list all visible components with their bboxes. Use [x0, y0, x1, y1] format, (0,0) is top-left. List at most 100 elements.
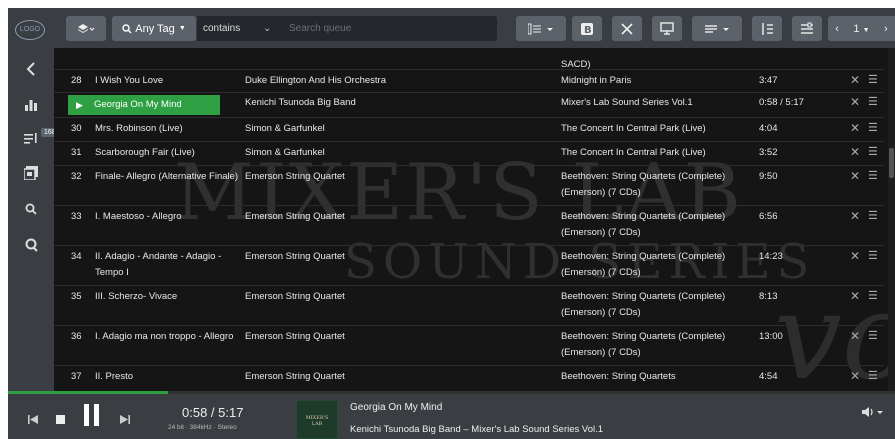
track-artist: Duke Ellington And His Orchestra: [245, 75, 386, 86]
search-icon[interactable]: [8, 194, 54, 224]
track-title: I. Maestoso - Allegro: [95, 211, 182, 222]
track-title: Mrs. Robinson (Live): [95, 123, 183, 134]
scrollbar[interactable]: [888, 48, 895, 391]
remove-icon[interactable]: ✕: [850, 120, 862, 136]
track-artist: Emerson String Quartet: [245, 331, 345, 342]
track-length: 8:13: [759, 291, 778, 302]
track-length: 3:47: [759, 75, 778, 86]
remove-icon[interactable]: ✕: [850, 144, 862, 160]
remove-icon[interactable]: ✕: [850, 368, 862, 384]
pause-icon[interactable]: [82, 404, 102, 431]
screen-button[interactable]: [652, 16, 682, 41]
track-artist: Emerson String Quartet: [245, 371, 345, 382]
table-row[interactable]: 31 Scarborough Fair (Live) Simon & Garfunk…: [54, 142, 884, 166]
queue-settings-button[interactable]: [792, 16, 822, 41]
table-row[interactable]: 32 Finale- Allegro (Alternative Finale) Em…: [54, 166, 884, 206]
track-title: Scarborough Fair (Live): [95, 147, 195, 158]
remove-icon[interactable]: ✕: [850, 288, 862, 304]
track-artist: Emerson String Quartet: [245, 211, 345, 222]
playlist: MIXER'S LAB SOUND SERIES vol.1 SACD) 28I…: [54, 48, 895, 391]
track-title: Georgia On My Mind: [94, 99, 182, 110]
tag-select[interactable]: Any Tag ▼: [112, 16, 196, 41]
table-row[interactable]: 28 I Wish You Love Duke Ellington And His …: [54, 70, 884, 93]
scrollbar-thumb[interactable]: [889, 148, 894, 178]
row-menu-icon[interactable]: ☰: [868, 368, 882, 384]
track-length: 9:50: [759, 171, 778, 182]
play-indicator-icon: ▶: [76, 100, 83, 110]
track-album: Beethoven: String Quartets (Complete) (E…: [561, 171, 726, 198]
shuffle-button[interactable]: [612, 16, 642, 41]
now-playing-title[interactable]: Georgia On My Mind: [350, 402, 442, 413]
chevron-left-icon[interactable]: ‹: [835, 23, 839, 35]
next-icon[interactable]: [120, 411, 130, 429]
search-input[interactable]: [289, 19, 489, 38]
now-playing-subtitle[interactable]: Kenichi Tsunoda Big Band – Mixer's Lab S…: [350, 424, 603, 435]
row-menu-icon[interactable]: ☰: [868, 168, 882, 184]
track-album: Beethoven: String Quartets (Complete) (E…: [561, 211, 726, 238]
album-cover[interactable]: MIXER'S LAB: [296, 400, 338, 439]
track-title: II. Presto: [95, 371, 134, 382]
library-icon[interactable]: [8, 158, 54, 188]
table-row[interactable]: 37 II. Presto Emerson String Quartet Beetho…: [54, 366, 884, 391]
stop-icon[interactable]: [56, 411, 65, 429]
qobuz-icon[interactable]: [8, 230, 54, 260]
operator-select[interactable]: contains: [203, 16, 240, 41]
row-menu-icon[interactable]: ☰: [868, 248, 882, 264]
remove-icon[interactable]: ✕: [850, 168, 862, 184]
table-row[interactable]: 30 Mrs. Robinson (Live) Simon & Garfunkel T…: [54, 118, 884, 142]
track-length: 6:56: [759, 211, 778, 222]
row-menu-icon[interactable]: ☰: [868, 288, 882, 304]
previous-icon[interactable]: [28, 411, 38, 429]
volume-icon[interactable]: [862, 406, 884, 421]
row-menu-icon[interactable]: ☰: [868, 72, 882, 88]
row-menu-icon[interactable]: ☰: [868, 94, 882, 110]
track-title: III. Scherzo- Vivace: [95, 291, 178, 302]
remove-icon[interactable]: ✕: [850, 94, 862, 110]
table-row-partial: SACD): [54, 48, 884, 70]
filter-button[interactable]: [516, 16, 566, 41]
chevron-down-icon: ▼: [178, 25, 186, 32]
playlist-menu-button[interactable]: [692, 16, 742, 41]
remove-icon[interactable]: ✕: [850, 72, 862, 88]
table-row[interactable]: 33 I. Maestoso - Allegro Emerson String Qu…: [54, 206, 884, 246]
track-artist: Simon & Garfunkel: [245, 147, 325, 158]
pagination: ‹ 1 ▼ ›: [828, 16, 895, 41]
row-menu-icon[interactable]: ☰: [868, 144, 882, 160]
bookmark-button[interactable]: B: [572, 16, 602, 41]
table-row[interactable]: 29▶Georgia On My MindKenichi Tsunoda Big…: [54, 93, 884, 118]
toolbar: Any Tag ▼ contains ⌄ B ‹: [54, 8, 895, 48]
track-album: Mixer's Lab Sound Series Vol.1: [561, 97, 693, 108]
remove-icon[interactable]: ✕: [850, 208, 862, 224]
back-icon[interactable]: [8, 54, 54, 84]
page-select[interactable]: 1 ▼: [853, 23, 869, 35]
track-number: 33: [71, 211, 82, 222]
track-album: Midnight in Paris: [561, 75, 632, 86]
time-display: 0:58 / 5:17: [182, 405, 244, 420]
track-length: 4:04: [759, 123, 778, 134]
chevron-right-icon[interactable]: ›: [884, 23, 888, 35]
track-number: 31: [71, 147, 82, 158]
track-title: I. Adagio ma non troppo - Allegro: [95, 331, 234, 342]
track-number: 35: [71, 291, 82, 302]
view-mode-button[interactable]: [66, 16, 106, 41]
audio-format: 24 bit · 384kHz · Stereo: [168, 424, 237, 431]
app-logo: LOGO: [15, 20, 45, 40]
track-length: 3:52: [759, 147, 778, 158]
sort-button[interactable]: [752, 16, 782, 41]
track-title: I Wish You Love: [95, 75, 164, 86]
playing-track-title: ▶ Georgia On My Mind: [68, 95, 220, 115]
track-number: 28: [71, 75, 82, 86]
sidebar: LOGO 168: [8, 8, 59, 391]
chevron-down-icon[interactable]: ⌄: [263, 16, 271, 41]
stats-icon[interactable]: [8, 90, 54, 120]
table-row[interactable]: 36 I. Adagio ma non troppo - Allegro Emers…: [54, 326, 884, 366]
row-menu-icon[interactable]: ☰: [868, 328, 882, 344]
row-menu-icon[interactable]: ☰: [868, 208, 882, 224]
remove-icon[interactable]: ✕: [850, 328, 862, 344]
track-artist: Kenichi Tsunoda Big Band: [245, 97, 356, 108]
track-artist: Simon & Garfunkel: [245, 123, 325, 134]
remove-icon[interactable]: ✕: [850, 248, 862, 264]
table-row[interactable]: 35 III. Scherzo- Vivace Emerson String Qua…: [54, 286, 884, 326]
table-row[interactable]: 34 II. Adagio - Andante - Adagio - Tempo …: [54, 246, 884, 286]
row-menu-icon[interactable]: ☰: [868, 120, 882, 136]
